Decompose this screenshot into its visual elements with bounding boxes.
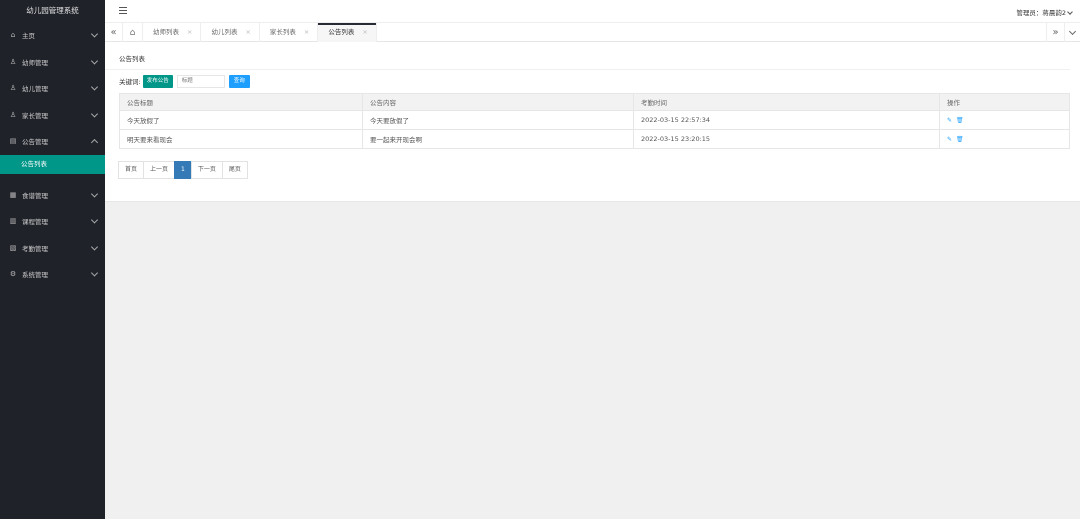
tab-list: 幼师列表 × 幼儿列表 × 家长列表 × 公告列表 × bbox=[143, 23, 377, 42]
sidebar-item-system[interactable]: ⚙ 系统管理 bbox=[0, 261, 105, 288]
brand-title: 幼儿园管理系统 bbox=[26, 6, 79, 15]
tab-child-list[interactable]: 幼儿列表 × bbox=[201, 23, 260, 42]
chevron-down-icon bbox=[90, 83, 99, 91]
sidebar-item-label: 食谱管理 bbox=[22, 191, 48, 200]
sidebar-item-courses[interactable]: ▥ 课程管理 bbox=[0, 208, 105, 235]
first-page-button[interactable]: 首页 bbox=[118, 161, 145, 179]
prev-page-button[interactable]: 上一页 bbox=[143, 161, 176, 179]
chevron-down-icon bbox=[90, 190, 99, 198]
cell-time: 2022-03-15 22:57:34 bbox=[633, 110, 940, 130]
sidebar-item-children[interactable]: ♙ 幼儿管理 bbox=[0, 75, 105, 102]
sidebar-item-label: 幼儿管理 bbox=[22, 85, 48, 94]
sidebar-item-label: 考勤管理 bbox=[22, 244, 48, 253]
top-bar: 管理员：蒋晨韵2 bbox=[105, 0, 1080, 22]
search-toolbar: 关键词: 发布公告 查询 bbox=[119, 74, 250, 88]
home-icon: ⌂ bbox=[10, 31, 16, 40]
check-icon: ▧ bbox=[9, 243, 17, 252]
chevron-down-icon bbox=[90, 57, 99, 65]
tabs-scroll-left-icon[interactable]: « bbox=[105, 23, 123, 42]
sidebar-item-recipes[interactable]: ▦ 食谱管理 bbox=[0, 182, 105, 209]
notice-table: 公告标题 公告内容 考勤时间 操作 今天放假了 今天要放假了 2022-03-1… bbox=[119, 93, 1070, 149]
user-icon: ♙ bbox=[9, 84, 17, 93]
sidebar-item-teachers[interactable]: ♙ 幼师管理 bbox=[0, 49, 105, 76]
search-input[interactable] bbox=[176, 74, 225, 88]
column-header: 公告内容 bbox=[362, 93, 634, 111]
page-title: 公告列表 bbox=[105, 42, 1070, 70]
tabs-menu-chevron-down-icon[interactable] bbox=[1064, 23, 1080, 42]
user-icon: ♙ bbox=[9, 110, 17, 119]
close-icon[interactable]: × bbox=[245, 28, 250, 36]
publish-notice-button[interactable]: 发布公告 bbox=[142, 74, 173, 88]
sidebar-item-label: 幼师管理 bbox=[22, 58, 48, 67]
book-icon: ▥ bbox=[9, 217, 17, 226]
tab-notice-list[interactable]: 公告列表 × bbox=[318, 23, 377, 42]
close-icon[interactable]: × bbox=[362, 28, 367, 36]
last-page-button[interactable]: 尾页 bbox=[221, 161, 248, 179]
chevron-down-icon bbox=[90, 269, 99, 277]
table-row: 明天要来看现会 要一起来开现会啊 2022-03-15 23:20:15 ✎ 🗑 bbox=[119, 129, 1070, 149]
user-icon: ♙ bbox=[9, 57, 17, 66]
tab-parent-list[interactable]: 家长列表 × bbox=[260, 23, 319, 42]
main-content: 公告列表 关键词: 发布公告 查询 公告标题 公告内容 考勤时间 操作 今天放假… bbox=[105, 42, 1080, 202]
next-page-button[interactable]: 下一页 bbox=[190, 161, 223, 179]
chevron-down-icon bbox=[90, 30, 99, 38]
sidebar: 幼儿园管理系统 ⌂ 主页 ♙ 幼师管理 ♙ 幼儿管理 ♙ 家长管理 ▤ 公告管理… bbox=[0, 0, 105, 519]
sidebar-item-label: 系统管理 bbox=[22, 271, 48, 280]
close-icon[interactable]: × bbox=[187, 28, 192, 36]
sidebar-item-label: 主页 bbox=[22, 32, 35, 41]
pagination: 首页 上一页 1 下一页 尾页 bbox=[118, 161, 248, 179]
cell-title: 今天放假了 bbox=[119, 110, 363, 130]
sidebar-item-attendance[interactable]: ▧ 考勤管理 bbox=[0, 235, 105, 262]
tabs-bar: « ⌂ 幼师列表 × 幼儿列表 × 家长列表 × 公告列表 × » bbox=[105, 22, 1080, 42]
column-header: 公告标题 bbox=[119, 93, 363, 111]
sidebar-item-notices[interactable]: ▤ 公告管理 bbox=[0, 128, 105, 155]
notice-icon: ▤ bbox=[9, 137, 17, 146]
chevron-down-icon bbox=[90, 110, 99, 118]
tabs-scroll-right-icon[interactable]: » bbox=[1046, 23, 1064, 42]
chevron-up-icon bbox=[90, 139, 99, 147]
current-page-button[interactable]: 1 bbox=[174, 161, 192, 179]
delete-icon[interactable]: 🗑 bbox=[956, 136, 964, 143]
sidebar-item-label: 家长管理 bbox=[22, 111, 48, 120]
cell-content: 要一起来开现会啊 bbox=[362, 129, 634, 149]
cell-title: 明天要来看现会 bbox=[119, 129, 363, 149]
query-button[interactable]: 查询 bbox=[228, 74, 250, 88]
chevron-down-icon bbox=[90, 243, 99, 251]
tab-teacher-list[interactable]: 幼师列表 × bbox=[143, 23, 202, 42]
edit-icon[interactable]: ✎ bbox=[947, 117, 952, 124]
sidebar-item-label: 公告管理 bbox=[22, 138, 48, 147]
column-header: 操作 bbox=[939, 93, 1070, 111]
sidebar-item-label: 课程管理 bbox=[22, 218, 48, 227]
home-tab-icon[interactable]: ⌂ bbox=[123, 23, 143, 42]
admin-name: 管理员：蒋晨韵2 bbox=[1016, 9, 1066, 17]
row-actions: ✎ 🗑 bbox=[939, 129, 1070, 149]
column-header: 考勤时间 bbox=[633, 93, 940, 111]
calendar-icon: ▦ bbox=[9, 190, 17, 199]
close-icon[interactable]: × bbox=[304, 28, 309, 36]
admin-menu[interactable]: 管理员：蒋晨韵2 bbox=[1016, 7, 1073, 17]
sidebar-subitem-notice-list[interactable]: 公告列表 bbox=[0, 154, 105, 174]
gear-icon: ⚙ bbox=[9, 270, 17, 279]
menu-toggle-icon[interactable] bbox=[119, 7, 127, 15]
keyword-label: 关键词: bbox=[119, 78, 141, 86]
row-actions: ✎ 🗑 bbox=[939, 110, 1070, 130]
cell-content: 今天要放假了 bbox=[362, 110, 634, 130]
edit-icon[interactable]: ✎ bbox=[947, 136, 952, 143]
chevron-down-icon bbox=[90, 216, 99, 224]
delete-icon[interactable]: 🗑 bbox=[956, 117, 964, 124]
table-row: 今天放假了 今天要放假了 2022-03-15 22:57:34 ✎ 🗑 bbox=[119, 110, 1070, 130]
sidebar-item-parents[interactable]: ♙ 家长管理 bbox=[0, 102, 105, 129]
sidebar-item-home[interactable]: ⌂ 主页 bbox=[0, 22, 105, 49]
chevron-down-icon bbox=[1067, 9, 1073, 15]
cell-time: 2022-03-15 23:20:15 bbox=[633, 129, 940, 149]
